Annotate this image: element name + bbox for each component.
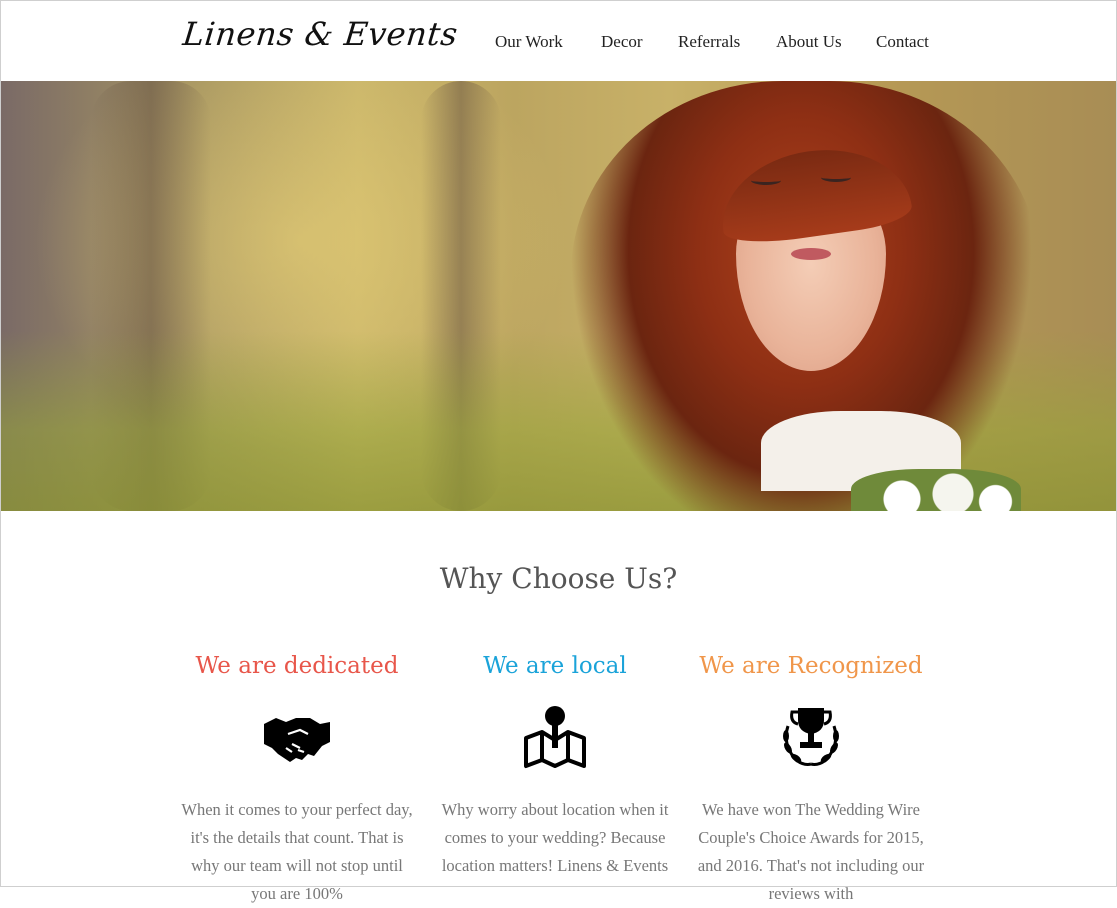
hero-image-bride: [1, 81, 1116, 511]
feature-text: We have won The Wedding Wire Couple's Ch…: [697, 800, 925, 903]
feature-heading: We are dedicated: [195, 653, 399, 679]
site-header: Linens & Events Our Work Decor Referrals…: [1, 1, 1116, 81]
hero-bouquet: [851, 469, 1021, 511]
hero-eye: [751, 176, 781, 185]
feature-recognized: We are Recognized We have won The Weddin…: [681, 648, 941, 908]
feature-text: When it comes to your perfect day, it's …: [181, 800, 413, 903]
feature-local: We are local Why worry about location wh…: [425, 648, 685, 880]
trophy-icon: [783, 708, 839, 766]
nav-about-us[interactable]: About Us: [776, 32, 842, 52]
feature-text: Why worry about location when it comes t…: [441, 800, 669, 875]
feature-dedicated: We are dedicated When it comes to your p…: [167, 648, 427, 908]
nav-referrals[interactable]: Referrals: [678, 32, 740, 52]
hero-lips: [791, 248, 831, 260]
nav-contact[interactable]: Contact: [876, 32, 929, 52]
handshake-icon: [264, 718, 330, 762]
nav-our-work[interactable]: Our Work: [495, 32, 563, 52]
nav-decor[interactable]: Decor: [601, 32, 643, 52]
site-logo[interactable]: Linens & Events: [181, 15, 460, 53]
feature-heading: We are Recognized: [699, 653, 923, 679]
section-title: Why Choose Us?: [439, 562, 678, 595]
map-pin-icon: [524, 706, 586, 768]
feature-heading: We are local: [483, 653, 627, 679]
hero-eye: [821, 173, 851, 182]
